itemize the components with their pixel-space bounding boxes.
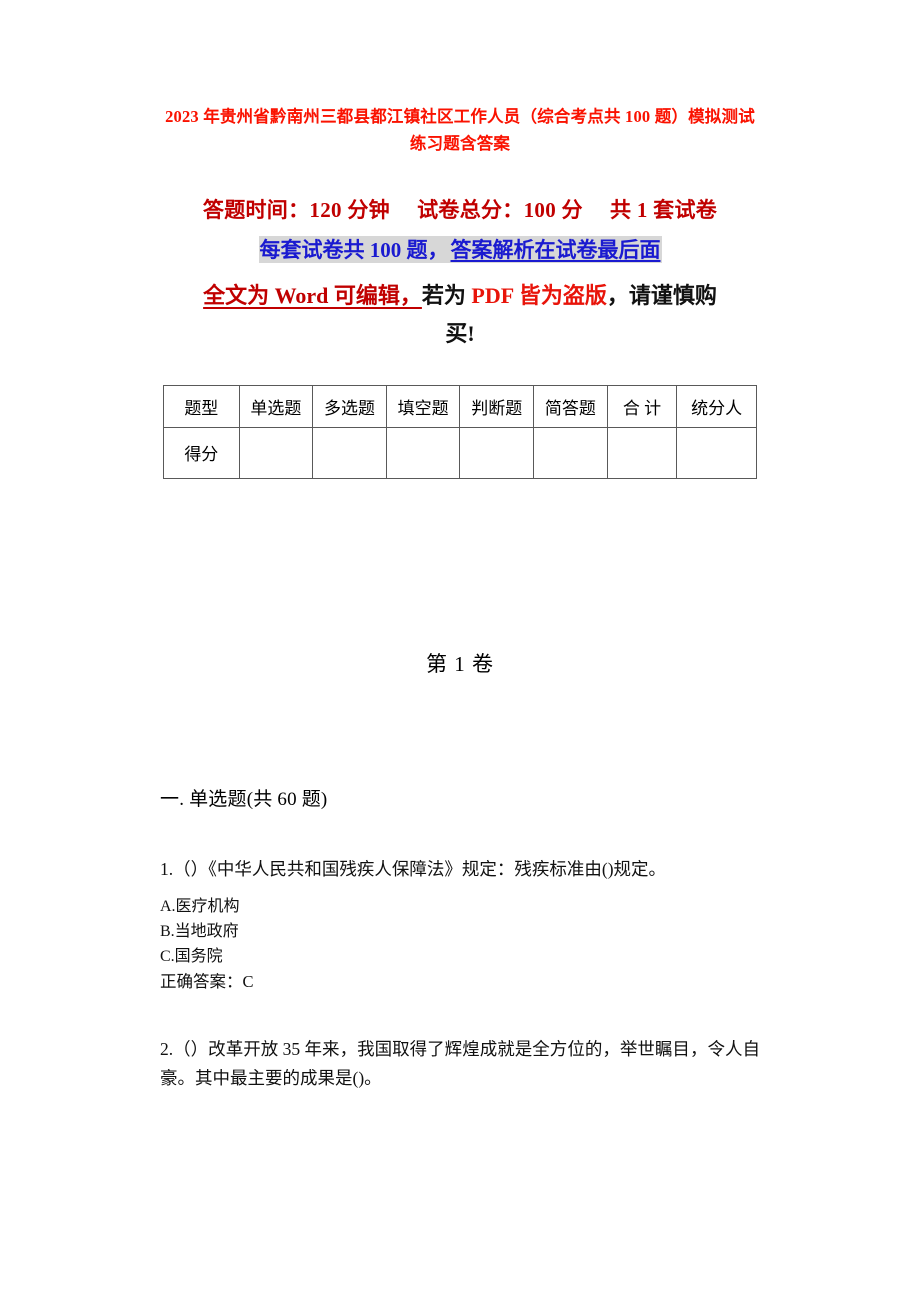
if-label: 若为 [421, 282, 472, 308]
option-a[interactable]: A.医疗机构 [160, 894, 760, 919]
table-row-label: 得分 [163, 426, 240, 479]
correct-answer: 正确答案：C [160, 972, 254, 992]
score-table-wrapper: 题型 单选题 多选题 填空题 判断题 简答题 合 计 统分人 得分 [160, 384, 760, 479]
question-block-1: 1.（）《中华人民共和国残疾人保障法》规定：残疾标准由()规定。 A.医疗机构 … [160, 855, 760, 995]
word-editable-label: 全文为 Word 可编辑， [203, 282, 422, 308]
purchase-caution-label-2: 买! [445, 321, 475, 347]
table-header-cell: 简答题 [533, 384, 608, 428]
question-options: A.医疗机构 B.当地政府 C.国务院 正确答案：C [160, 894, 760, 996]
purchase-caution-label: ，请谨慎购 [606, 282, 717, 308]
table-header-row: 题型 单选题 多选题 填空题 判断题 简答题 合 计 统分人 [163, 384, 757, 428]
question-count-label: 每套试卷共 100 题， [258, 235, 450, 263]
exam-meta-block: 答题时间：120 分钟 试卷总分：100 分 共 1 套试卷 每套试卷共 100… [160, 195, 760, 348]
score-cell-true-false[interactable] [459, 426, 535, 479]
volume-heading: 第 1 卷 [426, 651, 494, 676]
score-cell-short-answer[interactable] [533, 426, 608, 479]
table-header-cell: 多选题 [312, 384, 387, 428]
table-header-cell: 题型 [163, 384, 240, 428]
question-block-2: 2.（）改革开放 35 年来，我国取得了辉煌成就是全方位的，举世瞩目，令人自豪。… [160, 1035, 760, 1092]
table-header-cell: 判断题 [459, 384, 535, 428]
document-page: 2023 年贵州省黔南州三都县都江镇社区工作人员（综合考点共 100 题）模拟测… [0, 0, 920, 1302]
score-cell-multi-choice[interactable] [312, 426, 387, 479]
section-heading-single-choice: 一. 单选题(共 60 题) [160, 789, 328, 811]
table-header-cell: 单选题 [238, 384, 314, 428]
table-header-cell: 统分人 [676, 384, 757, 428]
total-score-label: 试卷总分：100 分 [417, 198, 583, 223]
table-header-cell: 填空题 [385, 384, 461, 428]
table-header-cell: 合 计 [606, 384, 678, 428]
score-cell-fill-blank[interactable] [385, 426, 461, 479]
table-row: 得分 [163, 426, 757, 479]
document-title: 2023 年贵州省黔南州三都县都江镇社区工作人员（综合考点共 100 题）模拟测… [165, 107, 755, 153]
set-count-label: 共 1 套试卷 [609, 198, 718, 223]
pdf-pirated-label: PDF 皆为盗版 [471, 282, 607, 308]
exam-meta-line-count: 每套试卷共 100 题，答案解析在试卷最后面 [160, 235, 760, 266]
option-b[interactable]: B.当地政府 [160, 919, 760, 944]
exam-meta-line-time: 答题时间：120 分钟 试卷总分：100 分 共 1 套试卷 [160, 195, 760, 227]
question-stem: 1.（）《中华人民共和国残疾人保障法》规定：残疾标准由()规定。 [160, 859, 667, 880]
score-cell-total[interactable] [606, 426, 678, 479]
score-cell-single-choice[interactable] [238, 426, 314, 479]
answer-location-label: 答案解析在试卷最后面 [449, 235, 662, 263]
option-c[interactable]: C.国务院 [160, 944, 760, 969]
piracy-warning-line: 全文为 Word 可编辑，若为 PDF 皆为盗版，请谨慎购 [160, 280, 760, 313]
question-stem: 2.（）改革开放 35 年来，我国取得了辉煌成就是全方位的，举世瞩目，令人自豪。… [160, 1039, 760, 1088]
exam-time-label: 答题时间：120 分钟 [202, 198, 390, 223]
score-cell-grader[interactable] [676, 426, 757, 479]
score-table: 题型 单选题 多选题 填空题 判断题 简答题 合 计 统分人 得分 [163, 384, 757, 479]
